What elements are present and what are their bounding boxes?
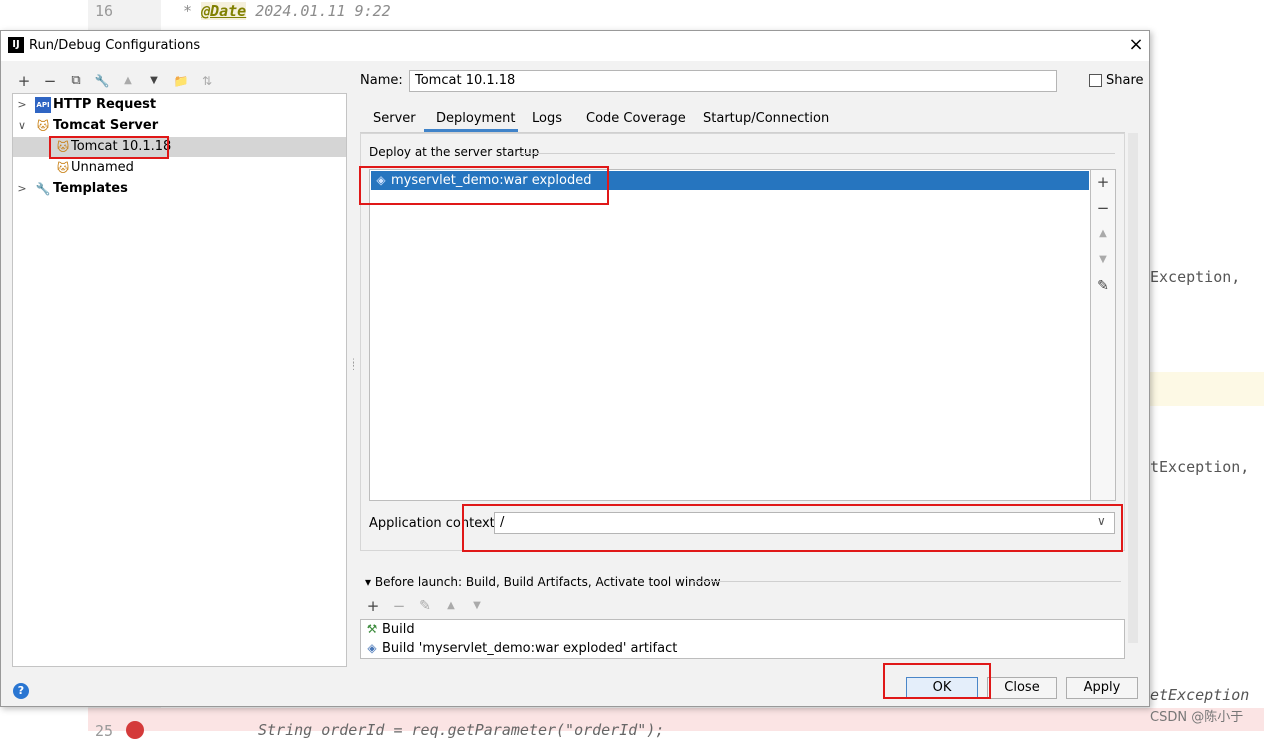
deployment-item[interactable]: ◈ myservlet_demo:war exploded bbox=[371, 171, 1089, 190]
splitter-handle[interactable]: ⋮ ⋮ bbox=[349, 359, 358, 372]
add-config-icon[interactable]: + bbox=[14, 71, 34, 91]
tree-item-unnamed[interactable]: 🐱 Unnamed bbox=[13, 158, 346, 178]
move-up-icon[interactable]: ▲ bbox=[442, 597, 460, 615]
wrench-icon[interactable]: 🔧 bbox=[92, 71, 112, 91]
expand-triangle-icon[interactable]: ▾ bbox=[365, 575, 375, 589]
active-tab-indicator bbox=[424, 129, 518, 132]
line-number: 25 bbox=[95, 722, 114, 740]
tree-item-http-request[interactable]: > API HTTP Request bbox=[13, 95, 346, 115]
tomcat-icon: 🐱 bbox=[36, 119, 50, 133]
help-icon[interactable]: ? bbox=[13, 683, 29, 699]
intellij-app-icon: IJ bbox=[8, 37, 24, 53]
before-launch-item[interactable]: ◈ Build 'myservlet_demo:war exploded' ar… bbox=[361, 639, 1124, 658]
tree-item-templates[interactable]: > 🔧 Templates bbox=[13, 179, 346, 199]
tree-item-tomcat-config[interactable]: 🐱 Tomcat 10.1.18 bbox=[13, 137, 346, 157]
deployment-side-toolbar bbox=[1091, 169, 1116, 501]
artifact-icon: ◈ bbox=[376, 173, 386, 187]
tab-code-coverage[interactable]: Code Coverage bbox=[586, 108, 686, 130]
close-button[interactable]: Close bbox=[987, 677, 1057, 699]
tree-item-label: Tomcat 10.1.18 bbox=[71, 139, 172, 154]
edit-icon[interactable]: ✎ bbox=[1094, 277, 1112, 295]
app-context-input[interactable]: / bbox=[494, 512, 1115, 534]
apply-button[interactable]: Apply bbox=[1066, 677, 1138, 699]
code-line-date: * @Date 2024.01.11 9:22 bbox=[183, 2, 391, 20]
dialog-titlebar: IJ Run/Debug Configurations × bbox=[1, 31, 1149, 61]
chevron-right-icon[interactable]: > bbox=[16, 95, 28, 115]
run-debug-dialog: IJ Run/Debug Configurations × + − ⧉ 🔧 ▲ … bbox=[0, 30, 1150, 707]
code-date-tag: @Date bbox=[201, 2, 247, 20]
code-comment-prefix: * bbox=[183, 2, 202, 20]
hammer-icon: ⚒ bbox=[366, 622, 378, 636]
code-highlight-band bbox=[1150, 372, 1264, 406]
tomcat-icon: 🐱 bbox=[56, 161, 70, 175]
add-icon[interactable]: + bbox=[364, 597, 382, 615]
deployment-list bbox=[369, 169, 1091, 501]
before-launch-label: Before launch: Build, Build Artifacts, A… bbox=[374, 575, 721, 589]
sort-icon[interactable]: ⇅ bbox=[197, 71, 217, 91]
vertical-scrollbar[interactable] bbox=[1128, 133, 1138, 643]
dialog-title: Run/Debug Configurations bbox=[29, 38, 201, 53]
code-exception-fragment: tException, bbox=[1150, 458, 1250, 476]
tab-logs[interactable]: Logs bbox=[532, 108, 562, 130]
artifact-icon: ◈ bbox=[367, 641, 377, 655]
breakpoint-icon[interactable] bbox=[126, 721, 144, 739]
ok-button[interactable]: OK bbox=[906, 677, 978, 699]
tab-startup-connection[interactable]: Startup/Connection bbox=[703, 108, 829, 130]
tomcat-icon: 🐱 bbox=[56, 140, 70, 154]
remove-icon[interactable]: − bbox=[390, 597, 408, 615]
move-down-icon[interactable]: ▼ bbox=[1094, 251, 1112, 269]
folder-icon[interactable]: 📁 bbox=[171, 71, 191, 91]
line-number: 16 bbox=[95, 2, 114, 20]
before-launch-item[interactable]: ⚒ Build bbox=[361, 620, 1124, 639]
before-launch-title[interactable]: ▾ Before launch: Build, Build Artifacts,… bbox=[365, 575, 721, 589]
before-launch-item-label: Build bbox=[382, 622, 415, 637]
before-launch-item-label: Build 'myservlet_demo:war exploded' arti… bbox=[382, 641, 678, 656]
code-date-value: 2024.01.11 9:22 bbox=[246, 2, 391, 20]
tree-item-label: HTTP Request bbox=[53, 97, 157, 112]
move-down-icon[interactable]: ▼ bbox=[468, 597, 486, 615]
tree-item-label: Templates bbox=[53, 181, 128, 196]
api-icon: API bbox=[35, 97, 51, 113]
tab-server[interactable]: Server bbox=[373, 108, 416, 130]
deployment-item-label: myservlet_demo:war exploded bbox=[391, 173, 592, 188]
divider bbox=[519, 153, 1115, 154]
code-exception-fragment: etException bbox=[1150, 686, 1250, 704]
tab-deployment[interactable]: Deployment bbox=[436, 108, 516, 130]
copy-config-icon[interactable]: ⧉ bbox=[66, 71, 86, 91]
config-tree: > API HTTP Request ∨ 🐱 Tomcat Server 🐱 T… bbox=[12, 93, 347, 667]
add-icon[interactable]: + bbox=[1094, 173, 1112, 191]
tree-item-label: Tomcat Server bbox=[53, 118, 159, 133]
tree-item-tomcat-server[interactable]: ∨ 🐱 Tomcat Server bbox=[13, 116, 346, 136]
tree-item-label: Unnamed bbox=[71, 160, 134, 175]
remove-config-icon[interactable]: − bbox=[40, 71, 60, 91]
wrench-icon: 🔧 bbox=[35, 182, 51, 196]
share-label[interactable]: Share bbox=[1106, 73, 1144, 88]
code-exception-fragment: Exception, bbox=[1150, 268, 1241, 286]
edit-icon[interactable]: ✎ bbox=[416, 597, 434, 615]
code-line-bottom: String orderId = req.getParameter("order… bbox=[258, 721, 665, 739]
move-down-icon[interactable]: ▼ bbox=[144, 71, 164, 91]
watermark: CSDN @陈小于 bbox=[1150, 710, 1244, 725]
deploy-group-title: Deploy at the server startup bbox=[369, 145, 540, 159]
name-label: Name: bbox=[360, 73, 403, 88]
remove-icon[interactable]: − bbox=[1094, 199, 1112, 217]
close-icon[interactable]: × bbox=[1125, 34, 1147, 56]
chevron-down-icon[interactable]: ∨ bbox=[1097, 514, 1106, 528]
app-context-label: Application context: bbox=[369, 516, 500, 531]
move-up-icon[interactable]: ▲ bbox=[118, 71, 138, 91]
divider bbox=[691, 581, 1121, 582]
chevron-down-icon[interactable]: ∨ bbox=[16, 116, 28, 136]
name-input[interactable]: Tomcat 10.1.18 bbox=[409, 70, 1057, 92]
chevron-right-icon[interactable]: > bbox=[16, 179, 28, 199]
move-up-icon[interactable]: ▲ bbox=[1094, 225, 1112, 243]
share-checkbox[interactable] bbox=[1089, 74, 1102, 87]
